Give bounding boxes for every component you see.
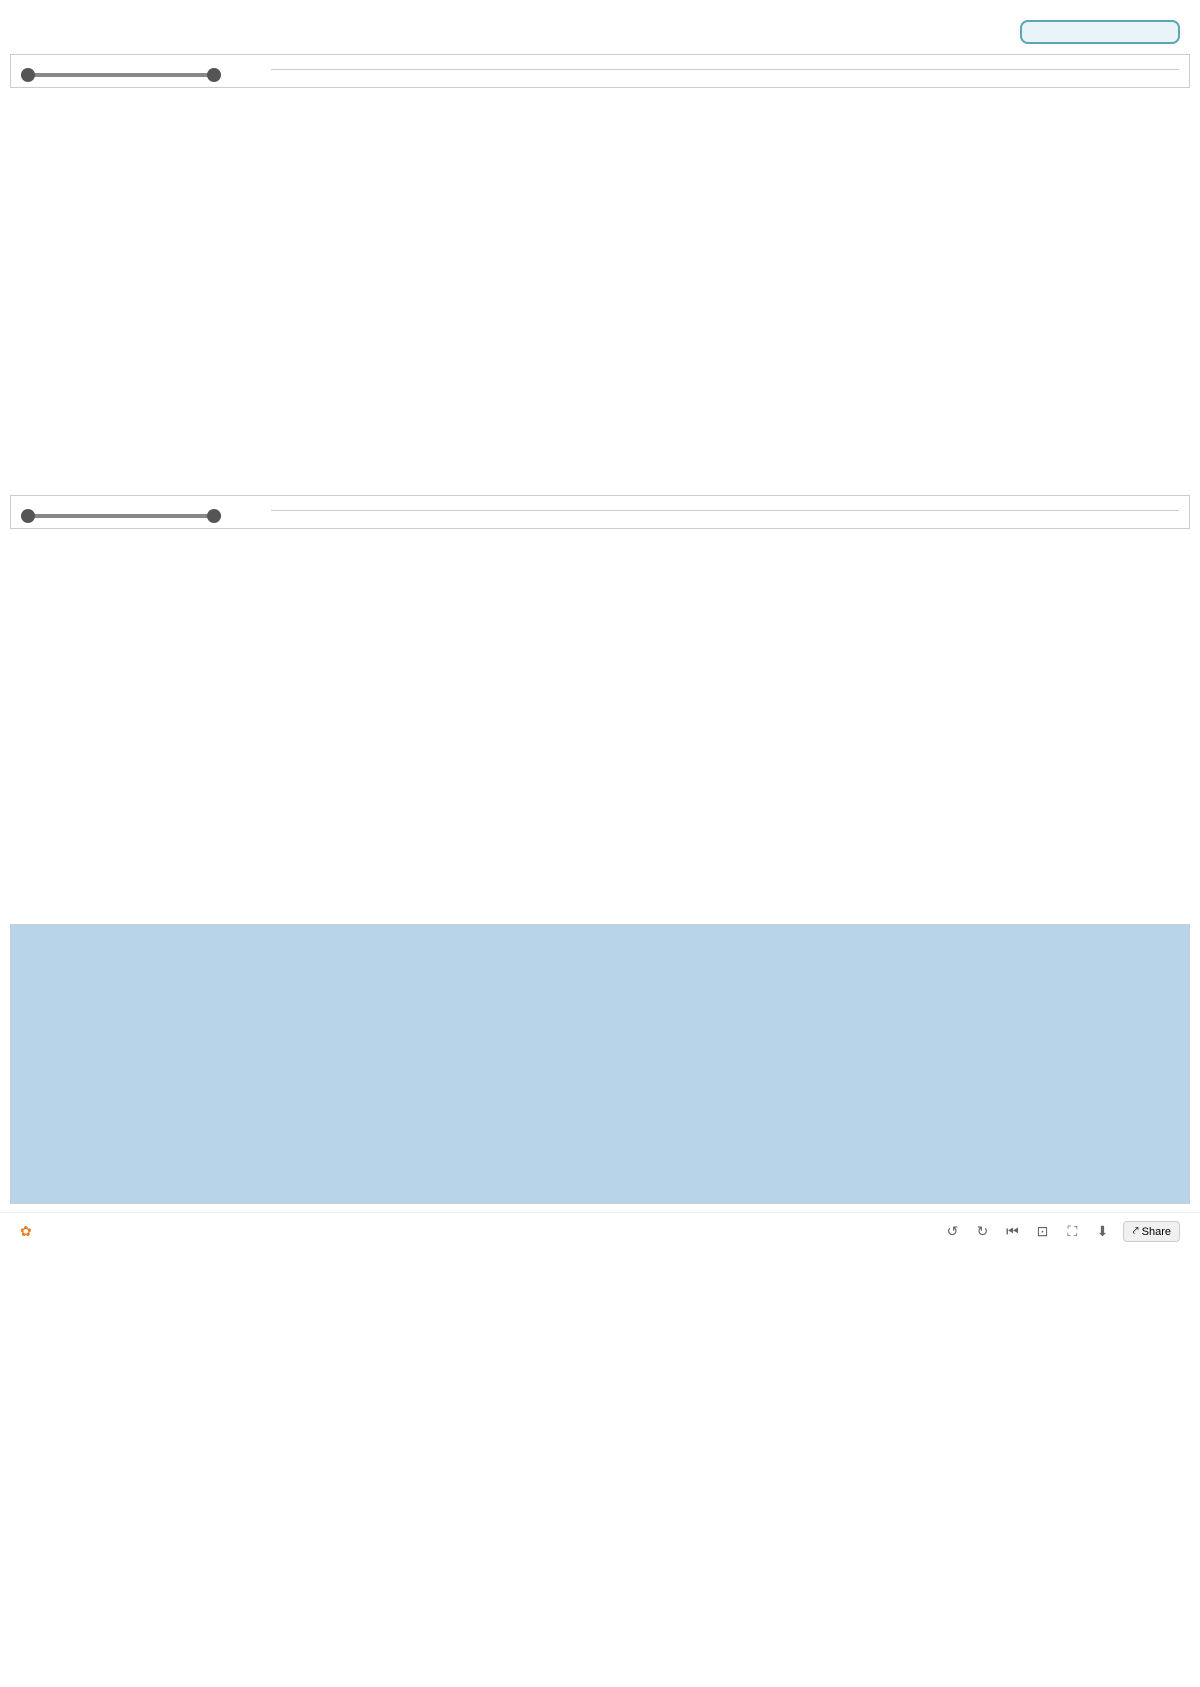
map-credits (10, 1204, 1190, 1208)
dashboard-description-button[interactable] (1020, 20, 1180, 44)
download-icon[interactable]: ⬇ (1093, 1223, 1111, 1241)
date-range-slider-1[interactable] (21, 73, 221, 77)
range-handle-left-1[interactable] (21, 68, 35, 82)
date-filter-2 (21, 506, 271, 518)
top-bar (0, 0, 1200, 54)
title-section (20, 20, 1020, 24)
tableau-link[interactable]: ✿ (20, 1223, 36, 1240)
undo-icon[interactable]: ↺ (943, 1223, 961, 1241)
redo-icon[interactable]: ↻ (973, 1223, 991, 1241)
page-wrapper: ✿ ↺ ↻ ⏮ ⊡ ⛶ ⬇ ⤤ Share (0, 0, 1200, 1250)
legend-title-1 (271, 65, 1179, 70)
area-chart (10, 535, 1190, 915)
date-range-slider-2[interactable] (21, 514, 221, 518)
map-container[interactable] (10, 924, 1190, 1204)
map-section (10, 924, 1190, 1208)
bar-chart (10, 94, 1190, 474)
filter-panel-1 (10, 54, 1190, 88)
fullscreen-icon[interactable]: ⛶ (1063, 1223, 1081, 1241)
range-handle-right-2[interactable] (207, 509, 221, 523)
map-svg (11, 925, 1189, 1203)
area-chart-section (10, 535, 1190, 920)
bottom-controls: ↺ ↻ ⏮ ⊡ ⛶ ⬇ ⤤ Share (943, 1221, 1180, 1242)
bar-chart-section (10, 94, 1190, 479)
share-label: Share (1142, 1226, 1171, 1238)
filter-panel-2 (10, 495, 1190, 529)
share-button[interactable]: ⤤ Share (1123, 1221, 1180, 1242)
legend-2 (271, 506, 1179, 517)
share-icon: ⤤ (1132, 1225, 1138, 1238)
range-handle-right-1[interactable] (207, 68, 221, 82)
legend-title-2 (271, 506, 1179, 511)
legend-1 (271, 65, 1179, 76)
date-filter-1 (21, 65, 271, 77)
revert-icon[interactable]: ⏮ (1003, 1223, 1021, 1241)
tableau-icon: ✿ (20, 1223, 32, 1240)
bottom-bar: ✿ ↺ ↻ ⏮ ⊡ ⛶ ⬇ ⤤ Share (0, 1212, 1200, 1250)
layout-icon[interactable]: ⊡ (1033, 1223, 1051, 1241)
range-handle-left-2[interactable] (21, 509, 35, 523)
